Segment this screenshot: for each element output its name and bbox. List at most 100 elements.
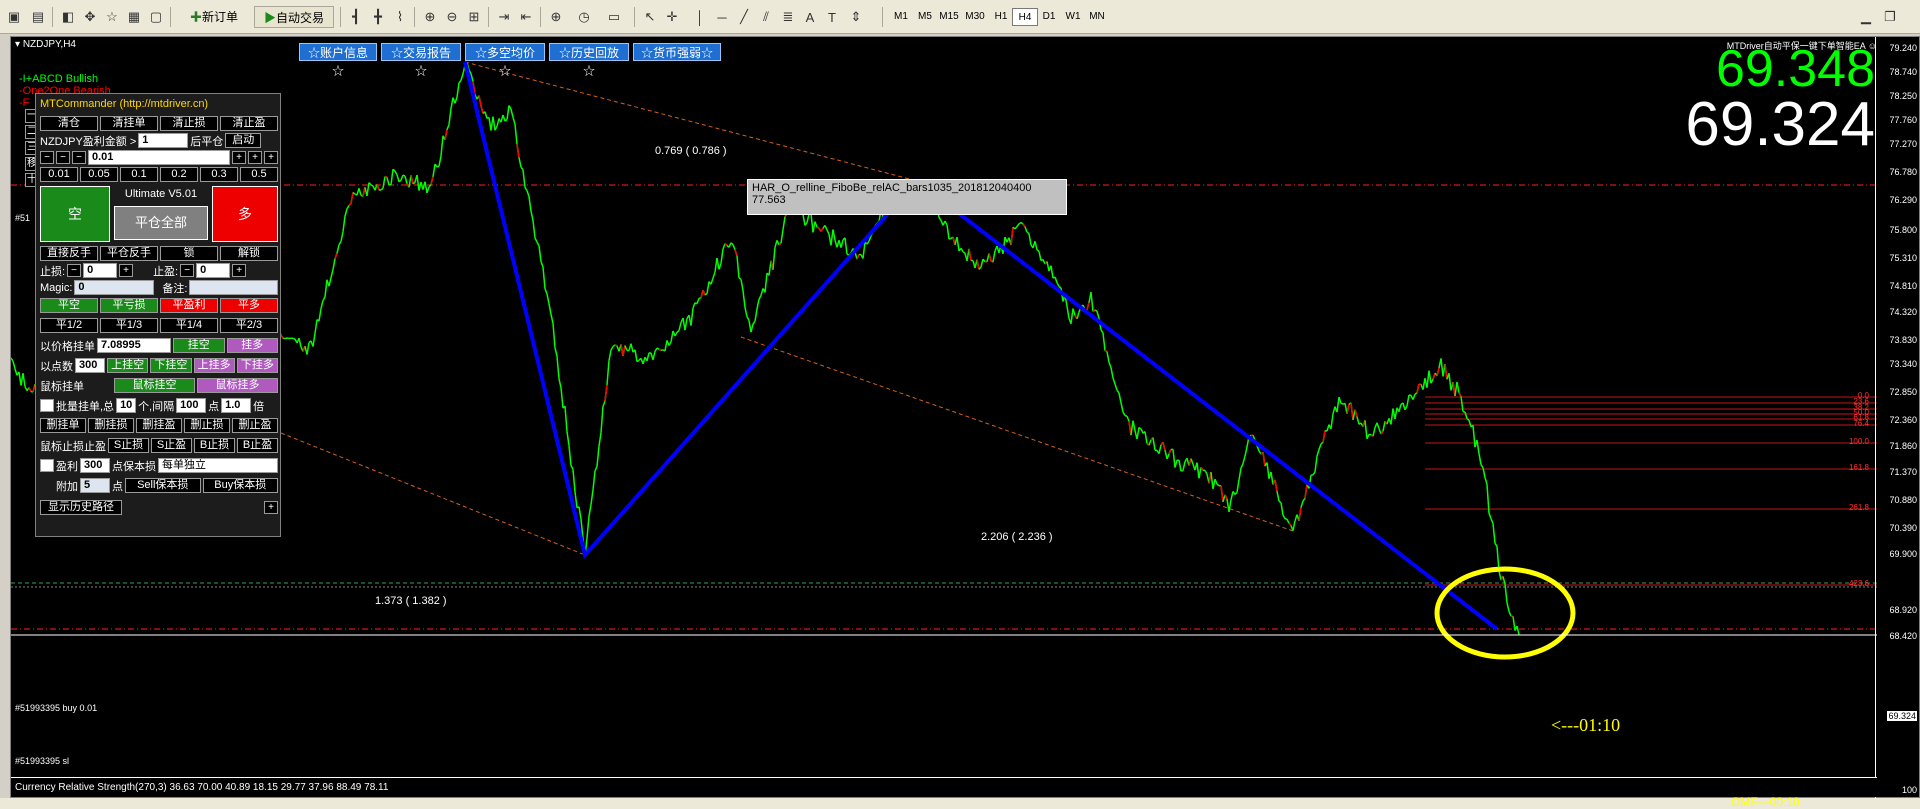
magic-input[interactable]: 0 (74, 280, 154, 295)
clear-pending-button[interactable]: 清挂单 (100, 116, 158, 131)
new-order-button[interactable]: ✚新订单 (178, 6, 250, 28)
close-two-thirds-button[interactable]: 平2/3 (220, 318, 278, 333)
account-info-button[interactable]: ☆账户信息☆ (299, 43, 377, 61)
note-input[interactable] (189, 280, 278, 295)
arrows-icon[interactable]: ⇕ (846, 8, 866, 26)
timeframe-mn[interactable]: MN (1084, 8, 1110, 26)
breakeven-checkbox[interactable] (40, 459, 54, 472)
delete-pending-sl-button[interactable]: 删挂损 (88, 418, 134, 433)
close-all-button[interactable]: 清仓 (40, 116, 98, 131)
crosshair-icon[interactable]: ✛ (662, 8, 682, 26)
cursor-icon[interactable]: ↖ (640, 8, 660, 26)
navigator-icon[interactable]: ☆ (102, 8, 122, 26)
tp-decrease-button[interactable]: − (180, 264, 194, 277)
lot-preset-button[interactable]: 0.05 (80, 167, 118, 182)
expand-button[interactable]: + (264, 501, 278, 514)
tile-windows-icon[interactable]: ⊞ (464, 8, 484, 26)
auto-trade-button[interactable]: ▶自动交易 (254, 6, 334, 28)
line-chart-icon[interactable]: ⌇ (390, 8, 410, 26)
history-replay-button[interactable]: ☆历史回放☆ (549, 43, 629, 61)
close-third-button[interactable]: 平1/3 (100, 318, 158, 333)
order-tp-label[interactable]: #51 (15, 213, 30, 223)
price-pending-input[interactable]: 7.08995 (97, 338, 171, 353)
window-restore-icon[interactable]: ❐ (1880, 8, 1900, 26)
timeframe-h1[interactable]: H1 (988, 8, 1014, 26)
pending-sell-button[interactable]: 挂空 (173, 338, 225, 353)
delete-sl-button[interactable]: 删止损 (184, 418, 230, 433)
clear-sl-button[interactable]: 清止损 (160, 116, 218, 131)
text-icon[interactable]: A (800, 8, 820, 26)
zoom-out-icon[interactable]: ⊖ (442, 8, 462, 26)
equidistant-channel-icon[interactable]: ⫽ (756, 8, 776, 26)
new-chart-icon[interactable]: ▣ (4, 8, 24, 26)
buy-sl-button[interactable]: B止损 (194, 438, 235, 453)
lot-decrease-button[interactable]: − (40, 151, 54, 164)
close-sell-button[interactable]: 平空 (40, 298, 98, 313)
add-input[interactable]: 5 (80, 478, 110, 493)
buy-market-button[interactable]: 多 (212, 186, 278, 242)
indicators-icon[interactable]: ⊕ (546, 8, 566, 26)
chart-window[interactable]: ▾ NZDJPY,H4 -I+ABCD Bullish -One2One Bea… (10, 36, 1920, 798)
sl-decrease-button[interactable]: − (67, 264, 81, 277)
autoscroll-icon[interactable]: ⇥ (494, 8, 514, 26)
close-all-positions-button[interactable]: 平仓全部 (114, 206, 208, 240)
zoom-in-icon[interactable]: ⊕ (420, 8, 440, 26)
market-watch-icon[interactable]: ◧ (58, 8, 78, 26)
batch-gap-input[interactable]: 100 (176, 398, 206, 413)
lot-increase-button[interactable]: + (248, 151, 262, 164)
sell-breakeven-button[interactable]: Sell保本损 (125, 478, 201, 493)
close-half-button[interactable]: 平1/2 (40, 318, 98, 333)
sl-increase-button[interactable]: + (119, 264, 133, 277)
periods-icon[interactable]: ◷ (574, 8, 594, 26)
down-buy-button[interactable]: 下挂多 (237, 358, 278, 373)
profiles-icon[interactable]: ▤ (28, 8, 48, 26)
up-buy-button[interactable]: 上挂多 (194, 358, 235, 373)
buy-tp-button[interactable]: B止盈 (237, 438, 278, 453)
trade-report-button[interactable]: ☆交易报告☆ (381, 43, 461, 61)
close-reverse-button[interactable]: 平仓反手 (100, 246, 158, 261)
pending-buy-button[interactable]: 挂多 (227, 338, 279, 353)
lot-preset-button[interactable]: 0.3 (200, 167, 238, 182)
trendline-icon[interactable]: ╱ (734, 8, 754, 26)
lot-increase-button[interactable]: + (232, 151, 246, 164)
timeframe-m30[interactable]: M30 (962, 8, 988, 26)
unlock-button[interactable]: 解锁 (220, 246, 278, 261)
points-input[interactable]: 300 (75, 358, 105, 373)
order-buy-label[interactable]: #51993395 buy 0.01 (15, 703, 97, 713)
down-sell-button[interactable]: 下挂空 (150, 358, 191, 373)
vertical-line-icon[interactable]: │ (690, 8, 710, 26)
data-window-icon[interactable]: ✥ (80, 8, 100, 26)
sl-input[interactable]: 0 (83, 263, 117, 278)
delete-pending-button[interactable]: 删挂单 (40, 418, 86, 433)
lot-increase-button[interactable]: + (264, 151, 278, 164)
delete-pending-tp-button[interactable]: 删挂盈 (136, 418, 182, 433)
text-label-icon[interactable]: T (822, 8, 842, 26)
chart-shift-icon[interactable]: ⇤ (516, 8, 536, 26)
order-sl-label[interactable]: #51993395 sl (15, 756, 69, 766)
timeframe-m1[interactable]: M1 (888, 8, 914, 26)
lot-preset-button[interactable]: 0.5 (240, 167, 278, 182)
price-axis[interactable]: 79.24078.74078.25077.76077.27076.78076.2… (1875, 37, 1919, 799)
tp-increase-button[interactable]: + (232, 264, 246, 277)
window-minimize-icon[interactable]: ▁ (1856, 8, 1876, 26)
lot-preset-button[interactable]: 0.2 (160, 167, 198, 182)
close-quarter-button[interactable]: 平1/4 (160, 318, 218, 333)
close-loss-button[interactable]: 平亏损 (100, 298, 158, 313)
timeframe-w1[interactable]: W1 (1060, 8, 1086, 26)
breakeven-input[interactable]: 300 (80, 458, 110, 473)
timeframe-h4[interactable]: H4 (1012, 8, 1038, 26)
tester-icon[interactable]: ▢ (146, 8, 166, 26)
horizontal-line-icon[interactable]: ─ (712, 8, 732, 26)
lot-decrease-button[interactable]: − (72, 151, 86, 164)
reverse-button[interactable]: 直接反手 (40, 246, 98, 261)
avg-price-button[interactable]: ☆多空均价☆ (465, 43, 545, 61)
up-sell-button[interactable]: 上挂空 (107, 358, 148, 373)
batch-multiplier-input[interactable]: 1.0 (221, 398, 251, 413)
delete-tp-button[interactable]: 删止盈 (232, 418, 278, 433)
terminal-icon[interactable]: ▦ (124, 8, 144, 26)
lot-input[interactable]: 0.01 (88, 150, 230, 165)
price-chart[interactable] (11, 37, 1877, 777)
show-history-button[interactable]: 显示历史路径 (40, 500, 122, 515)
timeframe-m15[interactable]: M15 (936, 8, 962, 26)
timeframe-m5[interactable]: M5 (912, 8, 938, 26)
